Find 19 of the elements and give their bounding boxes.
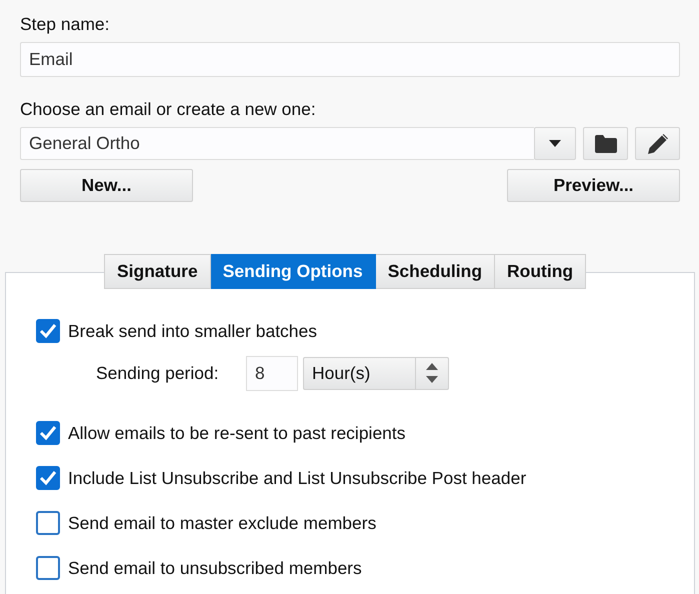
unit-spinner[interactable]: Hour(s) — [303, 356, 449, 390]
tab[interactable]: Signature — [104, 254, 211, 289]
step-name-field[interactable]: Email — [20, 42, 680, 77]
email-select-field[interactable]: General Ortho — [20, 127, 534, 160]
checkbox-label: Send email to master exclude members — [68, 512, 376, 534]
field-label: Choose an email or create a new one: — [20, 98, 317, 121]
tab[interactable]: Routing — [495, 254, 586, 289]
checkbox-label: Break send into smaller batches — [68, 320, 318, 342]
tab[interactable]: Sending Options — [210, 254, 376, 289]
checkbox-label: Allow emails to be re-sent to past recipients — [68, 422, 406, 444]
unit-value: Hour(s) — [311, 362, 372, 385]
checkbox-label: Send email to unsubscribed members — [68, 558, 362, 578]
period-field[interactable]: 8 — [246, 356, 298, 390]
field-label: Step name: — [20, 13, 110, 36]
new-button[interactable]: New... — [20, 169, 193, 202]
tab[interactable]: Scheduling — [376, 254, 496, 289]
preview-button[interactable]: Preview... — [507, 169, 680, 202]
checkbox-label: Include List Unsubscribe and List Unsubscribe Post header — [68, 468, 526, 488]
period-label: Sending period: — [96, 362, 220, 384]
